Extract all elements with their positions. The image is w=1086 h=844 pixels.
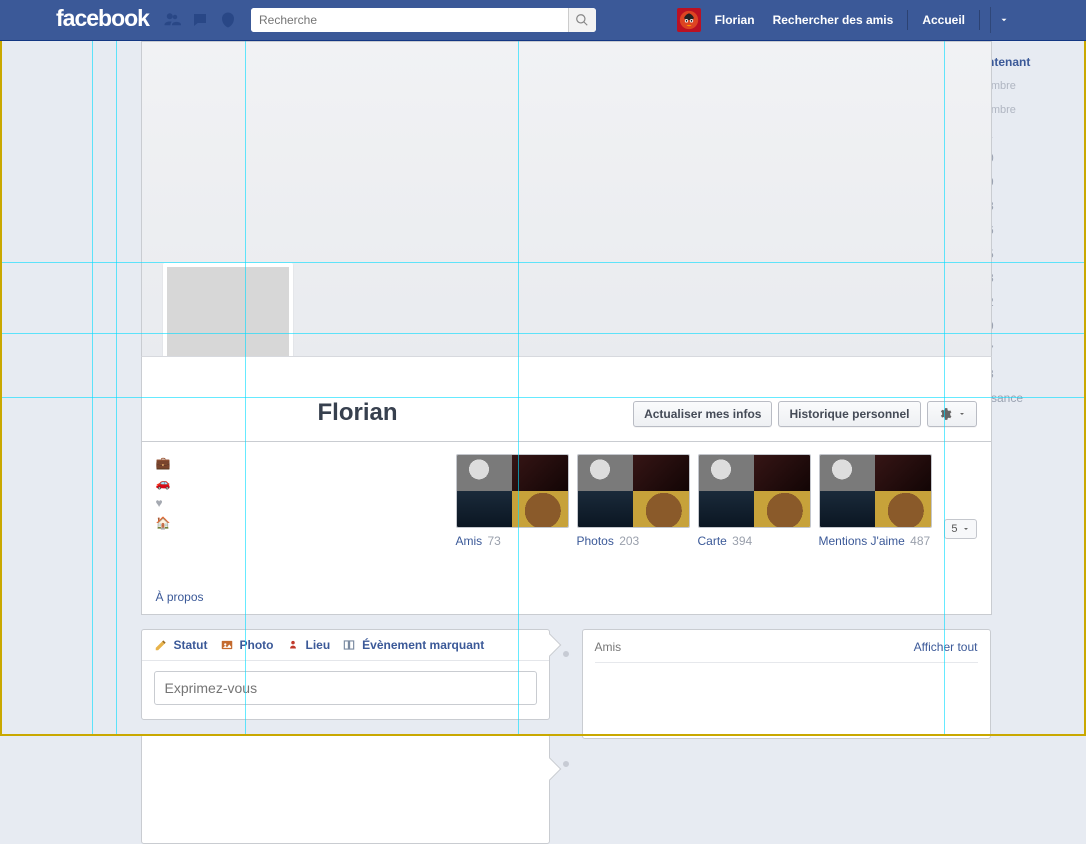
profile-tile[interactable]: Amis 73 (456, 454, 569, 548)
top-bar: facebook Florian Rechercher des amis (0, 0, 1086, 41)
tile-label[interactable]: Photos (577, 534, 614, 548)
tile-label[interactable]: Carte (698, 534, 727, 548)
home-icon: 🏠 (156, 516, 448, 530)
account-dropdown[interactable] (990, 7, 1016, 33)
profile-tiles-row: 💼 🚗 ♥ 🏠 À propos Amis 73 Photos 203 Cart… (141, 442, 992, 615)
profile-tile[interactable]: Photos 203 (577, 454, 690, 548)
home-link[interactable]: Accueil (918, 13, 969, 27)
search-field (251, 8, 596, 32)
composer-tab-label: Photo (240, 638, 274, 652)
tile-label[interactable]: Amis (456, 534, 483, 548)
separator (907, 10, 908, 30)
tile-count: 394 (729, 534, 752, 548)
search-button[interactable] (568, 8, 596, 32)
composer-tab-photo[interactable]: Photo (220, 638, 274, 652)
composer-tab-life-event[interactable]: Évènement marquant (342, 638, 484, 652)
tile-label[interactable]: Mentions J'aime (819, 534, 905, 548)
more-tiles-count: 5 (951, 523, 957, 535)
about-link[interactable]: À propos (156, 590, 448, 604)
timeline-divider-dot (561, 759, 571, 769)
activity-log-button[interactable]: Historique personnel (778, 401, 920, 427)
avatar[interactable] (677, 8, 701, 32)
tile-count: 203 (616, 534, 639, 548)
friends-panel-title: Amis (595, 640, 622, 654)
composer-tab-status[interactable]: Statut (154, 638, 208, 652)
profile-tile[interactable]: Mentions J'aime 487 (819, 454, 932, 548)
book-icon (342, 638, 356, 652)
tile-thumbnail (456, 454, 569, 528)
search-input[interactable] (251, 8, 568, 32)
messages-icon[interactable] (189, 9, 211, 31)
profile-tile[interactable]: Carte 394 (698, 454, 811, 548)
notifications-icon[interactable] (217, 9, 239, 31)
find-friends-link[interactable]: Rechercher des amis (769, 13, 898, 27)
profile-name: Florian (318, 399, 634, 427)
status-input[interactable] (154, 671, 537, 705)
composer-tab-label: Lieu (306, 638, 331, 652)
composer-tab-label: Évènement marquant (362, 638, 484, 652)
card-pointer (538, 758, 561, 781)
friends-show-all-link[interactable]: Afficher tout (914, 640, 978, 654)
composer-tab-place[interactable]: Lieu (286, 638, 331, 652)
update-info-button[interactable]: Actualiser mes infos (633, 401, 772, 427)
pin-person-icon (286, 638, 300, 652)
timeline-divider-dot (561, 649, 571, 659)
facebook-logo[interactable]: facebook (56, 5, 159, 36)
composer-pointer (538, 634, 561, 657)
pencil-icon (154, 638, 168, 652)
car-icon: 🚗 (156, 476, 448, 490)
tile-thumbnail (577, 454, 690, 528)
cover-area: Florian Actualiser mes infos Historique … (141, 41, 992, 442)
more-tiles-dropdown[interactable]: 5 (944, 519, 976, 539)
work-icon: 💼 (156, 456, 448, 470)
separator (979, 10, 980, 30)
tile-count: 487 (907, 534, 930, 548)
photo-icon (220, 638, 234, 652)
heart-icon: ♥ (156, 496, 448, 510)
tile-thumbnail (698, 454, 811, 528)
status-composer: Statut Photo Lieu Évènement marquan (141, 629, 550, 720)
profile-link[interactable]: Florian (711, 13, 759, 27)
tile-thumbnail (819, 454, 932, 528)
friends-panel: Amis Afficher tout (582, 629, 991, 739)
tile-count: 73 (484, 534, 501, 548)
friend-requests-icon[interactable] (161, 9, 183, 31)
composer-tab-label: Statut (174, 638, 208, 652)
timeline-post-card (141, 734, 550, 844)
about-info-icons: 💼 🚗 ♥ 🏠 (156, 454, 448, 530)
settings-gear-button[interactable] (927, 401, 977, 427)
